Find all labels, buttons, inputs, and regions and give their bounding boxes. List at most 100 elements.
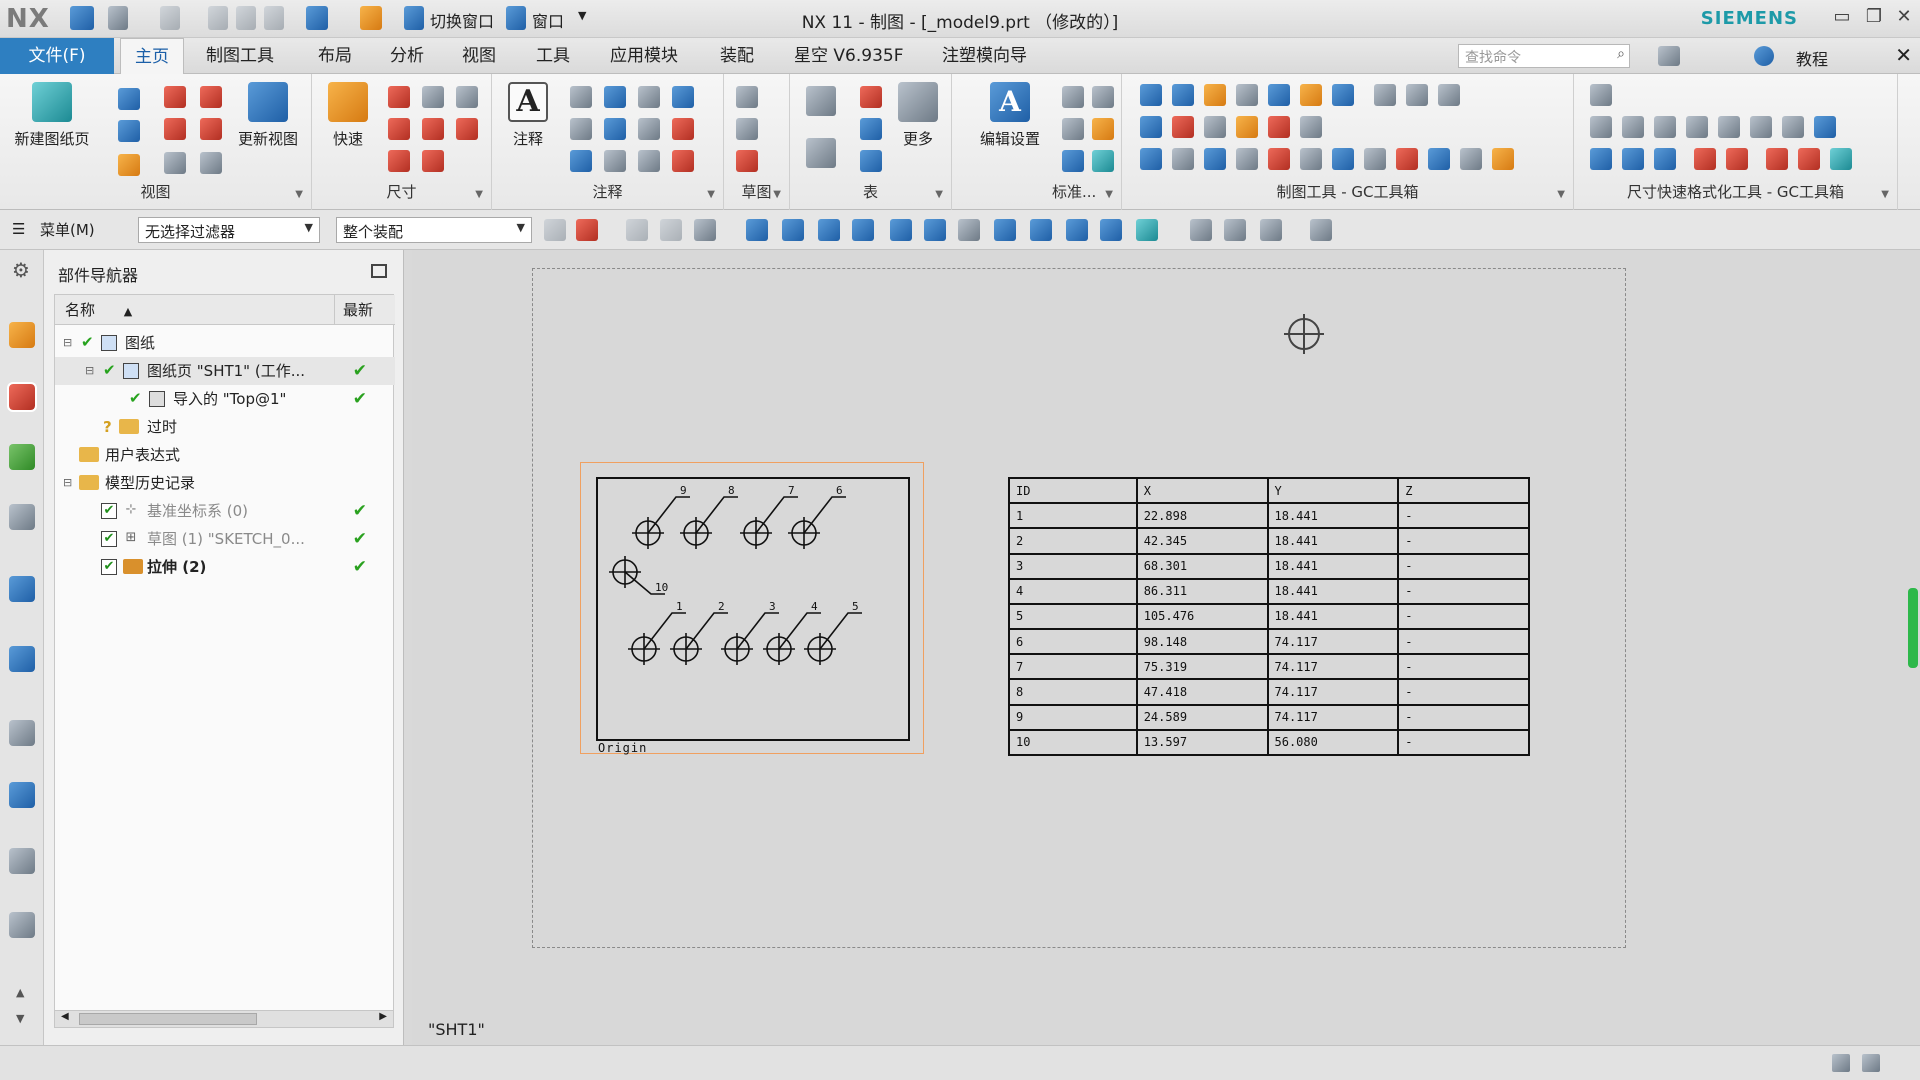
mid-point-snap-icon[interactable] bbox=[818, 219, 840, 241]
end-point-snap-icon[interactable] bbox=[782, 219, 804, 241]
layer-icon[interactable] bbox=[1092, 86, 1114, 108]
deselect-icon[interactable] bbox=[626, 219, 648, 241]
gc-tool-icon[interactable] bbox=[1236, 148, 1258, 170]
feature-control-frame-icon[interactable] bbox=[570, 86, 592, 108]
tree-row-extrude[interactable]: ✔ 拉伸 (2) ✔ bbox=[55, 553, 395, 581]
sketch-line-icon[interactable] bbox=[736, 150, 758, 172]
tab-xingkong[interactable]: 星空 V6.935F bbox=[780, 38, 917, 74]
sheet-select-icon[interactable] bbox=[1224, 219, 1246, 241]
tab-analysis[interactable]: 分析 bbox=[376, 38, 438, 74]
gc-tool-icon[interactable] bbox=[1300, 116, 1322, 138]
datum-target-icon[interactable] bbox=[638, 86, 660, 108]
tree-row-drawing[interactable]: ⊟ ✔ 图纸 bbox=[55, 329, 395, 357]
tree-row-sheet[interactable]: ⊟ ✔ 图纸页 "SHT1" (工作... ✔ bbox=[55, 357, 395, 385]
hole-table[interactable]: ID X Y Z 1 22.898 18.441-2 42.345 18.441-3 68.301… bbox=[1008, 476, 1530, 757]
break-view-icon[interactable] bbox=[164, 118, 186, 140]
tree-row-sketch[interactable]: ✔ ⊞ 草图 (1) "SKETCH_0... ✔ bbox=[55, 525, 395, 553]
scroll-left-icon[interactable]: ◀ bbox=[61, 1011, 69, 1022]
gc-tool-icon[interactable] bbox=[1204, 148, 1226, 170]
gc-tool-icon[interactable] bbox=[1204, 116, 1226, 138]
tab-tools[interactable]: 工具 bbox=[522, 38, 584, 74]
update-view-button[interactable]: 更新视图 bbox=[228, 82, 308, 149]
symbol-annotation-icon[interactable] bbox=[570, 118, 592, 140]
tool-icon[interactable] bbox=[1092, 150, 1114, 172]
navigation-scroll-indicator[interactable] bbox=[1908, 588, 1918, 668]
collapse-icon[interactable]: ⊟ bbox=[63, 329, 72, 357]
gc-tool-icon[interactable] bbox=[1172, 116, 1194, 138]
display-options-icon[interactable] bbox=[1260, 219, 1282, 241]
sketch-rectangle-icon[interactable] bbox=[736, 118, 758, 140]
inherit-icon[interactable] bbox=[1092, 118, 1114, 140]
thickness-dimension-icon[interactable] bbox=[422, 118, 444, 140]
radial-dimension-icon[interactable] bbox=[422, 86, 444, 108]
gc-tool-icon[interactable] bbox=[1140, 116, 1162, 138]
column-header-latest[interactable]: 最新 bbox=[335, 295, 395, 325]
table-icon[interactable] bbox=[806, 138, 836, 168]
group-expand-icon[interactable]: ▼ bbox=[475, 189, 483, 200]
gc-tool-icon[interactable] bbox=[1374, 84, 1396, 106]
group-expand-icon[interactable]: ▼ bbox=[773, 189, 781, 200]
datum-feature-icon[interactable] bbox=[604, 86, 626, 108]
perpendicular-snap-icon[interactable] bbox=[958, 219, 980, 241]
hole-table-icon[interactable] bbox=[860, 86, 882, 108]
standard-icon[interactable] bbox=[1062, 118, 1084, 140]
close-document-icon[interactable]: ✕ bbox=[1895, 43, 1912, 67]
ordinate-dimension-icon[interactable] bbox=[388, 150, 410, 172]
dim-format-icon[interactable] bbox=[1622, 116, 1644, 138]
section-view-icon[interactable] bbox=[118, 120, 140, 142]
collapse-icon[interactable]: ⊟ bbox=[63, 469, 72, 497]
dim-format-icon[interactable] bbox=[1590, 148, 1612, 170]
customize-icon[interactable] bbox=[1062, 150, 1084, 172]
gc-tool-icon[interactable] bbox=[1172, 84, 1194, 106]
gc-tool-icon[interactable] bbox=[1406, 84, 1428, 106]
dim-format-icon[interactable] bbox=[1654, 148, 1676, 170]
ribbon-options-icon[interactable] bbox=[1658, 46, 1680, 66]
tab-mold-wizard[interactable]: 注塑模向导 bbox=[928, 38, 1041, 74]
select-all-icon[interactable] bbox=[544, 219, 566, 241]
rectangle-select-icon[interactable] bbox=[694, 219, 716, 241]
dim-format-icon[interactable] bbox=[1590, 116, 1612, 138]
view-dependent-icon[interactable] bbox=[200, 118, 222, 140]
reuse-library-icon[interactable] bbox=[9, 444, 35, 470]
gc-tool-icon[interactable] bbox=[1140, 148, 1162, 170]
gc-tool-icon[interactable] bbox=[1268, 148, 1290, 170]
dim-format-icon[interactable] bbox=[1782, 116, 1804, 138]
new-sheet-button[interactable]: 新建图纸页 bbox=[12, 82, 92, 149]
collapse-icon[interactable]: ⊟ bbox=[85, 357, 94, 385]
dim-format-icon[interactable] bbox=[1750, 116, 1772, 138]
checkbox-checked[interactable]: ✔ bbox=[101, 503, 117, 519]
tab-home[interactable]: 主页 bbox=[120, 38, 184, 74]
dim-format-icon[interactable] bbox=[1830, 148, 1852, 170]
view-boundary-icon[interactable] bbox=[200, 152, 222, 174]
scroll-right-icon[interactable]: ▶ bbox=[379, 1011, 387, 1022]
view-select-icon[interactable] bbox=[1190, 219, 1212, 241]
gc-tool-icon[interactable] bbox=[1492, 148, 1514, 170]
curve-point-snap-icon[interactable] bbox=[852, 219, 874, 241]
note-button[interactable]: A 注释 bbox=[496, 82, 560, 149]
group-expand-icon[interactable]: ▼ bbox=[935, 189, 943, 200]
balloon-icon[interactable] bbox=[570, 150, 592, 172]
control-point-snap-icon[interactable] bbox=[890, 219, 912, 241]
menu-button[interactable]: 菜单(M) bbox=[40, 219, 95, 243]
perimeter-dimension-icon[interactable] bbox=[422, 150, 444, 172]
gc-tool-icon[interactable] bbox=[1438, 84, 1460, 106]
parts-list-icon[interactable] bbox=[806, 86, 836, 116]
sketch-curve-icon[interactable] bbox=[736, 86, 758, 108]
gc-tool-icon[interactable] bbox=[1204, 84, 1226, 106]
dim-format-icon[interactable] bbox=[1686, 116, 1708, 138]
snap-point-toggle-icon[interactable] bbox=[746, 219, 768, 241]
gc-tool-icon[interactable] bbox=[1268, 84, 1290, 106]
linear-dimension-icon[interactable] bbox=[388, 86, 410, 108]
group-expand-icon[interactable]: ▼ bbox=[1105, 189, 1113, 200]
horizontal-scrollbar[interactable]: ◀ ▶ bbox=[54, 1010, 394, 1028]
view-break-icon[interactable] bbox=[164, 152, 186, 174]
dim-format-icon[interactable] bbox=[1718, 116, 1740, 138]
scope-dropdown[interactable]: 整个装配 ▼ bbox=[336, 217, 532, 243]
hatch-icon[interactable] bbox=[672, 118, 694, 140]
dim-format-icon[interactable] bbox=[1814, 116, 1836, 138]
dim-format-icon[interactable] bbox=[1590, 84, 1612, 106]
checkbox-checked[interactable]: ✔ bbox=[101, 559, 117, 575]
detail-view-icon[interactable] bbox=[200, 86, 222, 108]
file-menu-tab[interactable]: 文件(F) bbox=[0, 38, 114, 74]
select-feature-icon[interactable] bbox=[660, 219, 682, 241]
